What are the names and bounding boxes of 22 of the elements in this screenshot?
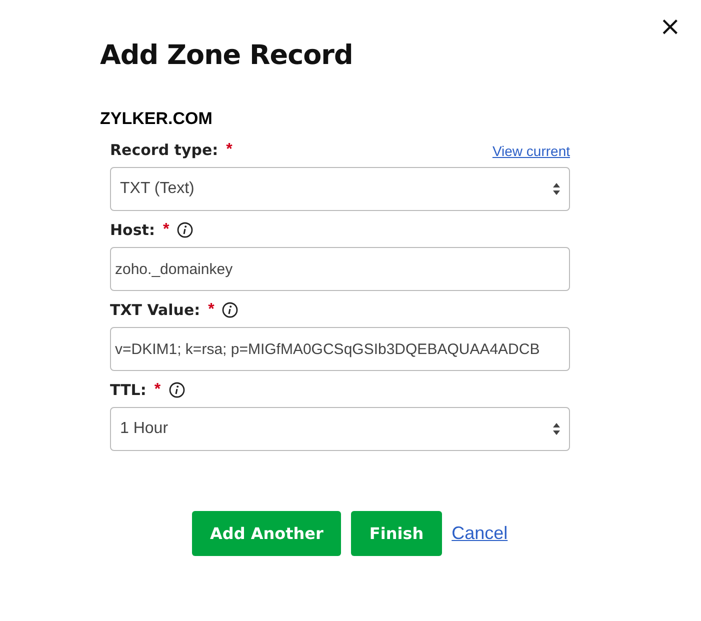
- info-icon[interactable]: [177, 222, 194, 238]
- select-field[interactable]: TXT (Text): [110, 167, 570, 211]
- close-button[interactable]: ×: [659, 14, 681, 40]
- field-label: TXT Value:: [110, 301, 200, 319]
- view-current-link[interactable]: View current: [492, 143, 570, 159]
- required-mark: *: [226, 141, 232, 159]
- info-icon[interactable]: [222, 302, 238, 318]
- input-field[interactable]: v=DKIM1; k=rsa; p=MIGfMA0GCSqGSIb3DQEBAQUAA4ADCB: [110, 327, 570, 371]
- caret-icon: [552, 422, 561, 436]
- caret-icon: [552, 182, 561, 196]
- select-field[interactable]: 1 Hour: [110, 407, 570, 451]
- dialog-title: Add Zone Record: [100, 40, 354, 71]
- field-label: Record type:: [110, 141, 218, 159]
- required-mark: *: [154, 381, 161, 399]
- input-field[interactable]: zoho._domainkey: [110, 247, 570, 291]
- field-label: TTL:: [110, 381, 146, 399]
- info-icon[interactable]: [168, 382, 185, 398]
- required-mark: *: [162, 221, 170, 239]
- cancel-link[interactable]: Cancel: [452, 523, 508, 544]
- domain-name: ZYLKER.COM: [100, 109, 214, 129]
- field-label: Host:: [110, 221, 155, 239]
- required-mark: *: [208, 301, 214, 319]
